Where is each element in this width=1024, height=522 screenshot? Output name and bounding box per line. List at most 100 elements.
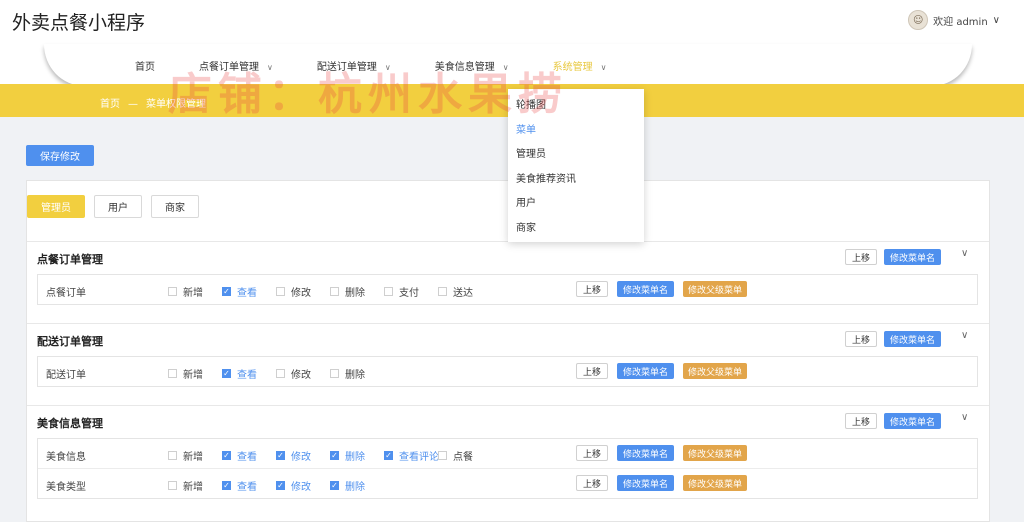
permission-checkbox[interactable]: ✓ 查看评论 bbox=[384, 448, 439, 463]
checkbox-checked-icon[interactable]: ✓ bbox=[384, 451, 393, 460]
checkbox-empty-icon[interactable] bbox=[276, 287, 285, 296]
save-button[interactable]: 保存修改 bbox=[26, 145, 94, 166]
role-tab[interactable]: 管理员 bbox=[27, 195, 85, 218]
permission-label: 送达 bbox=[453, 288, 473, 299]
rename-menu-button[interactable]: 修改菜单名 bbox=[884, 413, 941, 429]
permission-label: 删除 bbox=[345, 452, 365, 463]
checkbox-checked-icon[interactable]: ✓ bbox=[222, 481, 231, 490]
row-name: 美食类型 bbox=[46, 482, 86, 493]
permission-checkbox[interactable]: 送达 bbox=[438, 284, 473, 299]
permission-label: 查看 bbox=[237, 452, 257, 463]
permission-label: 查看 bbox=[237, 370, 257, 381]
chevron-down-icon: ∨ bbox=[267, 63, 273, 72]
permission-label: 新增 bbox=[183, 288, 203, 299]
chevron-down-icon[interactable]: ∨ bbox=[961, 330, 968, 341]
checkbox-checked-icon[interactable]: ✓ bbox=[330, 481, 339, 490]
checkbox-empty-icon[interactable] bbox=[330, 287, 339, 296]
permission-checkbox[interactable]: ✓ 查看 bbox=[222, 366, 257, 381]
checkbox-empty-icon[interactable] bbox=[168, 287, 177, 296]
nav-home[interactable]: 首页 bbox=[135, 58, 155, 73]
permission-checkbox[interactable]: ✓ 查看 bbox=[222, 284, 257, 299]
permission-checkbox[interactable]: 修改 bbox=[276, 366, 311, 381]
permission-checkbox[interactable]: 点餐 bbox=[438, 448, 473, 463]
permission-checkbox[interactable]: ✓ 查看 bbox=[222, 448, 257, 463]
breadcrumb-separator: — bbox=[128, 99, 138, 110]
checkbox-empty-icon[interactable] bbox=[330, 369, 339, 378]
permission-label: 修改 bbox=[291, 370, 311, 381]
move-up-button[interactable]: 上移 bbox=[845, 413, 877, 429]
permission-checkbox[interactable]: 删除 bbox=[330, 284, 365, 299]
dropdown-item[interactable]: 管理员 bbox=[508, 143, 644, 168]
permission-checkbox[interactable]: 修改 bbox=[276, 284, 311, 299]
nav-order-management[interactable]: 点餐订单管理 ∨ bbox=[199, 58, 273, 73]
checkbox-checked-icon[interactable]: ✓ bbox=[222, 287, 231, 296]
permission-checkbox[interactable]: ✓ 查看 bbox=[222, 478, 257, 493]
checkbox-checked-icon[interactable]: ✓ bbox=[222, 369, 231, 378]
checkbox-checked-icon[interactable]: ✓ bbox=[276, 481, 285, 490]
dropdown-item[interactable]: 菜单 bbox=[508, 119, 644, 144]
chevron-down-icon: ∨ bbox=[502, 63, 509, 72]
nav-food-management[interactable]: 美食信息管理 ∨ bbox=[435, 58, 509, 73]
group-title: 配送订单管理 bbox=[37, 335, 103, 348]
chevron-down-icon[interactable]: ∨ bbox=[961, 412, 968, 423]
permission-label: 查看评论 bbox=[399, 452, 439, 463]
permission-checkbox[interactable]: 新增 bbox=[168, 366, 203, 381]
nav-system-management[interactable]: 系统管理 ∨ bbox=[553, 58, 607, 73]
rename-menu-button[interactable]: 修改菜单名 bbox=[617, 445, 674, 461]
permission-checkbox[interactable]: 新增 bbox=[168, 284, 203, 299]
checkbox-empty-icon[interactable] bbox=[276, 369, 285, 378]
permission-checkbox[interactable]: 新增 bbox=[168, 448, 203, 463]
rename-parent-menu-button[interactable]: 修改父级菜单 bbox=[683, 363, 747, 379]
checkbox-empty-icon[interactable] bbox=[168, 369, 177, 378]
checkbox-empty-icon[interactable] bbox=[438, 451, 447, 460]
checkbox-empty-icon[interactable] bbox=[168, 451, 177, 460]
avatar[interactable]: ☺ bbox=[908, 10, 929, 30]
checkbox-empty-icon[interactable] bbox=[438, 287, 447, 296]
rename-parent-menu-button[interactable]: 修改父级菜单 bbox=[683, 445, 747, 461]
permission-checkbox[interactable]: 新增 bbox=[168, 478, 203, 493]
checkbox-checked-icon[interactable]: ✓ bbox=[330, 451, 339, 460]
user-menu[interactable]: ☺ 欢迎 admin ∨ bbox=[908, 10, 1000, 30]
permission-label: 删除 bbox=[345, 288, 365, 299]
move-up-button[interactable]: 上移 bbox=[845, 331, 877, 347]
dropdown-item[interactable]: 用户 bbox=[508, 192, 644, 217]
nav-item-label: 美食信息管理 bbox=[434, 62, 495, 73]
rename-menu-button[interactable]: 修改菜单名 bbox=[884, 249, 941, 265]
permission-checkbox[interactable]: ✓ 删除 bbox=[330, 448, 365, 463]
move-up-button[interactable]: 上移 bbox=[576, 475, 608, 491]
rename-menu-button[interactable]: 修改菜单名 bbox=[884, 331, 941, 347]
row-name: 点餐订单 bbox=[46, 288, 86, 299]
checkbox-empty-icon[interactable] bbox=[384, 287, 393, 296]
user-greeting[interactable]: 欢迎 admin bbox=[933, 13, 988, 28]
dropdown-item[interactable]: 美食推荐资讯 bbox=[508, 168, 644, 193]
checkbox-empty-icon[interactable] bbox=[168, 481, 177, 490]
rename-menu-button[interactable]: 修改菜单名 bbox=[617, 363, 674, 379]
permission-label: 点餐 bbox=[453, 452, 473, 463]
nav-delivery-management[interactable]: 配送订单管理 ∨ bbox=[317, 58, 391, 73]
checkbox-checked-icon[interactable]: ✓ bbox=[276, 451, 285, 460]
rename-menu-button[interactable]: 修改菜单名 bbox=[617, 475, 674, 491]
permission-checkbox[interactable]: ✓ 修改 bbox=[276, 478, 311, 493]
breadcrumb-home[interactable]: 首页 bbox=[100, 99, 120, 110]
move-up-button[interactable]: 上移 bbox=[576, 281, 608, 297]
rename-menu-button[interactable]: 修改菜单名 bbox=[617, 281, 674, 297]
role-tab[interactable]: 商家 bbox=[151, 195, 199, 218]
permission-label: 新增 bbox=[183, 370, 203, 381]
rename-parent-menu-button[interactable]: 修改父级菜单 bbox=[683, 475, 747, 491]
permission-checkbox[interactable]: ✓ 删除 bbox=[330, 478, 365, 493]
table-row: 配送订单 新增 ✓ 查看 修改 删除 上移 修改菜单名 修改父级菜单 bbox=[38, 357, 977, 386]
permission-checkbox[interactable]: 支付 bbox=[384, 284, 419, 299]
move-up-button[interactable]: 上移 bbox=[845, 249, 877, 265]
chevron-down-icon[interactable]: ∨ bbox=[961, 248, 968, 259]
chevron-down-icon[interactable]: ∨ bbox=[993, 15, 1000, 26]
move-up-button[interactable]: 上移 bbox=[576, 445, 608, 461]
permission-label: 删除 bbox=[345, 370, 365, 381]
permission-checkbox[interactable]: ✓ 修改 bbox=[276, 448, 311, 463]
permission-checkbox[interactable]: 删除 bbox=[330, 366, 365, 381]
dropdown-item[interactable]: 商家 bbox=[508, 217, 644, 242]
role-tab[interactable]: 用户 bbox=[94, 195, 142, 218]
checkbox-checked-icon[interactable]: ✓ bbox=[222, 451, 231, 460]
dropdown-item[interactable]: 轮播图 bbox=[508, 94, 644, 119]
rename-parent-menu-button[interactable]: 修改父级菜单 bbox=[683, 281, 747, 297]
move-up-button[interactable]: 上移 bbox=[576, 363, 608, 379]
